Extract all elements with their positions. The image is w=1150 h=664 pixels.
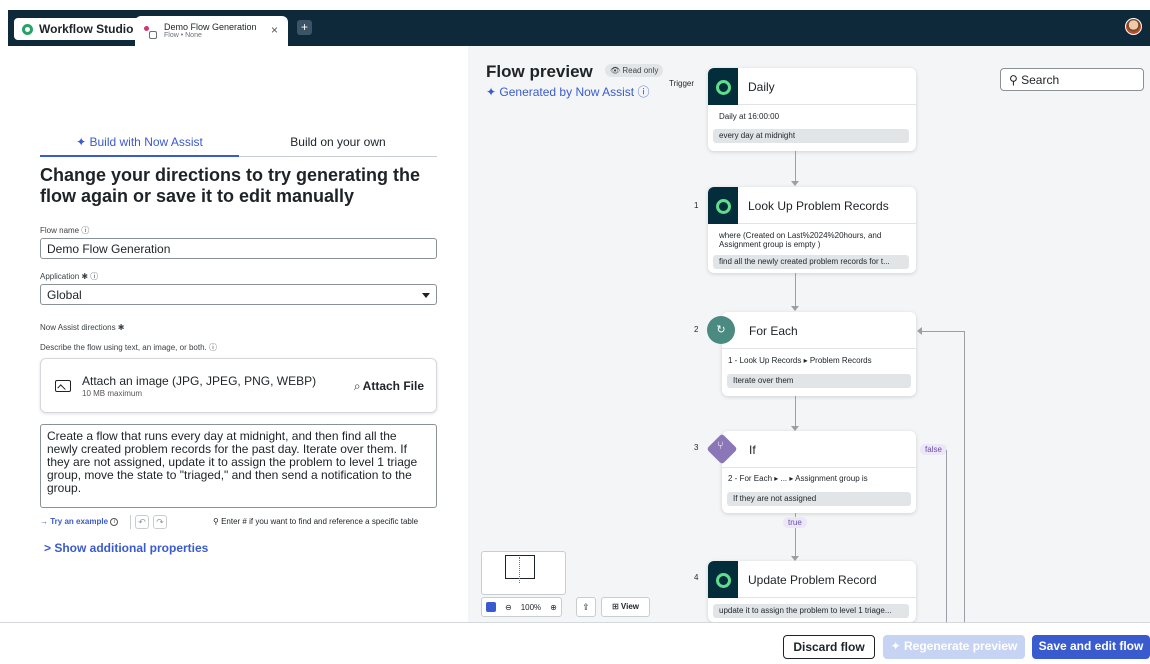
minimap-viewport[interactable] xyxy=(505,555,535,579)
tab-demo-flow[interactable]: Demo Flow Generation Flow • None × xyxy=(135,16,288,46)
add-tab-button[interactable]: + xyxy=(297,20,312,35)
discard-flow-button[interactable]: Discard flow xyxy=(783,635,875,659)
step-number: 1 xyxy=(694,201,699,210)
flow-icon xyxy=(143,24,157,39)
regenerate-preview-button[interactable]: ✦ Regenerate preview xyxy=(883,635,1025,659)
step-detail: 1 - Look Up Records ▸ Problem Records xyxy=(728,356,872,365)
redo-button[interactable]: ↷ xyxy=(153,515,167,529)
zoom-level: 100% xyxy=(520,602,542,612)
table-reference-hint: ⚲ Enter # if you want to find and refere… xyxy=(213,517,419,526)
page-heading: Change your directions to try generating… xyxy=(40,165,421,206)
step-title: If xyxy=(749,443,756,457)
flow-preview-title: Flow preview xyxy=(486,62,593,81)
arrow-left-icon xyxy=(917,327,922,335)
connector xyxy=(795,273,796,307)
attach-title: Attach an image (JPG, JPEG, PNG, WEBP) xyxy=(82,374,317,388)
step-title: Daily xyxy=(748,80,775,94)
tab-subtitle: Flow • None xyxy=(164,32,202,40)
trigger-card-daily[interactable]: Daily Daily at 16:00:00 every day at mid… xyxy=(708,68,916,151)
application-value: Global xyxy=(47,288,82,302)
info-icon: i xyxy=(110,517,119,526)
zoom-in-icon[interactable]: ⊕ xyxy=(550,603,557,612)
step-number: 2 xyxy=(694,325,699,334)
generated-by-label: ✦ Generated by Now Assist ⓘ xyxy=(486,85,650,99)
flow-name-field[interactable]: Demo Flow Generation xyxy=(40,238,437,259)
loop-icon: ↻ xyxy=(707,316,735,344)
attach-subtitle: 10 MB maximum xyxy=(82,389,143,398)
step-number: 4 xyxy=(694,573,699,582)
true-branch-tag: true xyxy=(783,517,807,528)
directions-sublabel: Describe the flow using text, an image, … xyxy=(40,343,217,352)
image-icon xyxy=(55,380,71,392)
footer-bar: Discard flow ✦ Regenerate preview Save a… xyxy=(0,622,1150,664)
step-card-if[interactable]: If 2 - For Each ▸ ... ▸ Assignment group… xyxy=(722,431,916,513)
directions-toolbar: → Try an example i ↶ ↷ ⚲ Enter # if you … xyxy=(40,515,440,531)
loop-back-connector xyxy=(920,331,965,332)
step-title: Update Problem Record xyxy=(748,573,877,587)
view-button[interactable]: ⊞ View xyxy=(601,597,650,617)
step-detail: Daily at 16:00:00 xyxy=(719,112,780,121)
application-select[interactable]: Global xyxy=(40,284,437,305)
chevron-down-icon xyxy=(422,293,430,298)
paperclip-icon: ⌕ xyxy=(353,379,361,393)
step-detail: where (Created on Last%2024%20hours, and xyxy=(719,231,882,240)
zoom-controls: ⊖ 100% ⊕ xyxy=(481,597,562,617)
step-annotation: every day at midnight xyxy=(713,129,909,143)
flow-preview-canvas[interactable]: Flow preview 👁 Read only ✦ Generated by … xyxy=(468,46,1150,622)
attach-image-dropzone[interactable]: Attach an image (JPG, JPEG, PNG, WEBP) 1… xyxy=(40,358,437,413)
step-card-look-up-problem-records[interactable]: Look Up Problem Records where (Created o… xyxy=(708,187,916,273)
false-branch-connector xyxy=(946,450,947,622)
step-annotation: Iterate over them xyxy=(727,374,911,388)
servicenow-logo-icon xyxy=(708,68,738,105)
application-label: Application ✱ ⓘ xyxy=(40,272,99,281)
step-detail: 2 - For Each ▸ ... ▸ Assignment group is xyxy=(728,474,868,483)
flow-name-label: Flow name ⓘ xyxy=(40,226,90,235)
show-additional-properties-link[interactable]: > Show additional properties xyxy=(44,541,208,555)
false-branch-tag: false xyxy=(920,444,947,455)
arrow-down-icon xyxy=(791,181,799,186)
try-example-link[interactable]: → Try an example i xyxy=(40,517,119,526)
workflow-studio-logo-icon xyxy=(22,23,33,35)
servicenow-logo-icon xyxy=(708,561,738,598)
read-only-badge: 👁 Read only xyxy=(605,64,664,77)
search-input[interactable]: ⚲ Search xyxy=(1000,68,1144,91)
save-and-edit-flow-button[interactable]: Save and edit flow xyxy=(1032,635,1150,659)
close-tab-icon[interactable]: × xyxy=(271,23,278,37)
loop-back-connector xyxy=(964,331,965,622)
attach-file-button[interactable]: ⌕ Attach File xyxy=(354,379,424,394)
step-annotation: find all the newly created problem recor… xyxy=(713,255,909,269)
undo-button[interactable]: ↶ xyxy=(135,515,149,529)
user-avatar[interactable] xyxy=(1125,18,1142,35)
tab-title: Demo Flow Generation xyxy=(164,21,257,32)
builder-tabs: ✦ Build with Now Assist Build on your ow… xyxy=(40,135,437,157)
connector xyxy=(795,396,796,427)
step-title: Look Up Problem Records xyxy=(748,199,889,213)
arrow-down-icon xyxy=(791,306,799,311)
connector xyxy=(795,151,796,182)
panel-toggle-icon[interactable] xyxy=(486,602,496,612)
export-icon[interactable]: ⇪ xyxy=(576,597,596,617)
step-number: 3 xyxy=(694,443,699,452)
tab-build-on-your-own[interactable]: Build on your own xyxy=(239,135,437,157)
step-card-for-each[interactable]: For Each 1 - Look Up Records ▸ Problem R… xyxy=(722,312,916,396)
app-name: Workflow Studio xyxy=(39,22,134,36)
builder-panel: ✦ Build with Now Assist Build on your ow… xyxy=(0,46,468,622)
step-annotation: update it to assign the problem to level… xyxy=(713,604,909,618)
app-brand[interactable]: Workflow Studio xyxy=(14,18,144,40)
servicenow-logo-icon xyxy=(708,187,738,224)
step-annotation: If they are not assigned xyxy=(727,492,911,506)
tab-build-with-now-assist[interactable]: ✦ Build with Now Assist xyxy=(40,135,239,157)
app-topbar: Workflow Studio Demo Flow Generation Flo… xyxy=(8,10,1150,46)
step-detail: Assignment group is empty ) xyxy=(719,240,821,249)
zoom-out-icon[interactable]: ⊖ xyxy=(505,603,512,612)
step-title: For Each xyxy=(749,324,798,338)
directions-label: Now Assist directions ✱ xyxy=(40,323,125,332)
minimap[interactable] xyxy=(481,551,566,595)
directions-textarea[interactable]: Create a flow that runs every day at mid… xyxy=(40,424,437,508)
trigger-label: Trigger xyxy=(669,79,695,88)
step-card-update-problem-record[interactable]: Update Problem Record update it to assig… xyxy=(708,561,916,622)
